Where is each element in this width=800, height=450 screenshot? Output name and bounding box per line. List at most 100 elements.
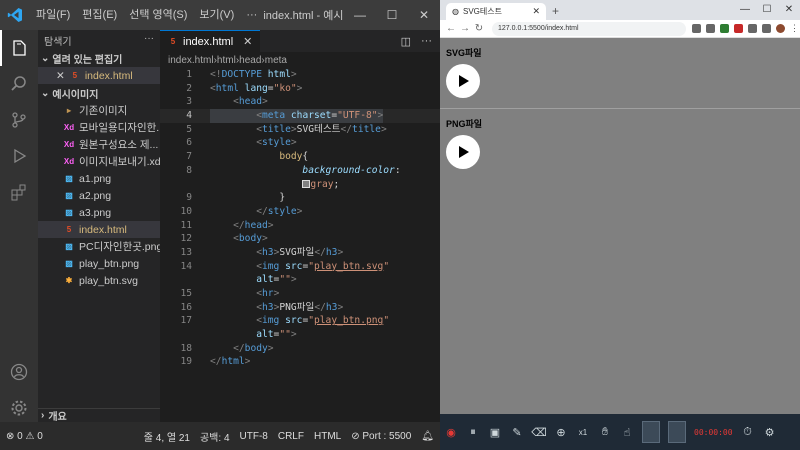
close-icon[interactable]: ✕ xyxy=(56,70,65,82)
file-item[interactable]: ▨ play_btn.png xyxy=(38,255,160,272)
window-thumbnail[interactable] xyxy=(642,421,660,443)
code-line[interactable]: gray; xyxy=(160,178,440,192)
code-line[interactable]: 5 <title>SVG테스트</title> xyxy=(160,123,440,137)
extensions-icon[interactable] xyxy=(0,174,38,210)
menu-dots-icon[interactable]: ⋮ xyxy=(790,24,799,33)
code-line[interactable]: 2 <html lang="ko"> xyxy=(160,82,440,96)
search-icon[interactable] xyxy=(0,66,38,102)
notifications-bell-icon[interactable]: 🔔︎ xyxy=(421,431,434,442)
browser-minimize-button[interactable]: — xyxy=(734,0,756,20)
extension-icon[interactable] xyxy=(734,24,743,33)
pointer-icon[interactable]: ☝︎ xyxy=(620,425,634,439)
file-item[interactable]: ✱ play_btn.svg xyxy=(38,272,160,289)
code-line[interactable]: 15 <hr> xyxy=(160,287,440,301)
close-tab-icon[interactable]: ✕ xyxy=(243,35,252,48)
explorer-more-actions-icon[interactable]: ··· xyxy=(144,33,154,49)
menu-item[interactable]: ··· xyxy=(240,0,263,30)
file-item[interactable]: ▨ a1.png xyxy=(38,170,160,187)
browser-close-button[interactable]: ✕ xyxy=(778,0,800,20)
code-line[interactable]: alt=""> xyxy=(160,273,440,287)
folder-item[interactable]: ▸ 기존이미지 xyxy=(38,102,160,119)
share-icon[interactable] xyxy=(692,24,701,33)
code-line[interactable]: 6 <style> xyxy=(160,136,440,150)
code-line[interactable]: 17 <img src="play_btn.png" xyxy=(160,314,440,328)
bookmark-star-icon[interactable] xyxy=(706,24,715,33)
reload-icon[interactable]: ↻ xyxy=(472,23,486,34)
breadcrumb-item[interactable]: index.html xyxy=(168,55,214,66)
indentation[interactable]: 공백: 4 xyxy=(200,429,230,444)
eraser-icon[interactable]: ⌫ xyxy=(531,425,547,439)
file-item[interactable]: Xd 이미지내보내기.xd xyxy=(38,153,160,170)
code-line[interactable]: alt=""> xyxy=(160,328,440,342)
manage-gear-icon[interactable] xyxy=(0,390,38,426)
breadcrumb-item[interactable]: head xyxy=(239,55,261,66)
minimize-button[interactable]: — xyxy=(344,0,376,30)
code-line[interactable]: 10 </style> xyxy=(160,205,440,219)
open-editor-item[interactable]: ✕ 5 index.html xyxy=(38,67,160,84)
file-item[interactable]: ▨ PC디자인한곳.png xyxy=(38,238,160,255)
file-item[interactable]: 5 index.html xyxy=(38,221,160,238)
browser-tab[interactable]: ◍ SVG테스트 ✕ xyxy=(446,3,546,20)
menu-item[interactable]: 보기(V) xyxy=(193,0,240,30)
address-bar[interactable]: 127.0.0.1:5500/index.html xyxy=(492,21,686,36)
split-editor-icon[interactable]: ◫ xyxy=(401,35,411,48)
live-server-port[interactable]: ⊘ Port : 5500 xyxy=(351,431,411,442)
pen-icon[interactable]: ✎ xyxy=(510,425,524,439)
source-control-icon[interactable] xyxy=(0,102,38,138)
menu-item[interactable]: 선택 영역(S) xyxy=(123,0,193,30)
code-line[interactable]: 3 <head> xyxy=(160,95,440,109)
encoding[interactable]: UTF-8 xyxy=(240,431,268,442)
screenshot-icon[interactable]: ▣ xyxy=(488,425,502,439)
back-icon[interactable]: ← xyxy=(444,23,458,34)
forward-icon[interactable]: → xyxy=(458,23,472,34)
file-item[interactable]: ▨ a3.png xyxy=(38,204,160,221)
code-line[interactable]: 11 </head> xyxy=(160,219,440,233)
timer-icon[interactable]: ⏱︎ xyxy=(741,425,755,439)
profile-avatar[interactable] xyxy=(776,24,785,33)
file-item[interactable]: Xd 모바일용디자인한... xyxy=(38,119,160,136)
file-item[interactable]: ▨ a2.png xyxy=(38,187,160,204)
close-window-button[interactable]: ✕ xyxy=(408,0,440,30)
code-line[interactable]: 13 <h3>SVG파일</h3> xyxy=(160,246,440,260)
code-line[interactable]: 16 <h3>PNG파일</h3> xyxy=(160,301,440,315)
new-tab-button[interactable]: + xyxy=(552,3,559,20)
code-line[interactable]: 7 body{ xyxy=(160,150,440,164)
code-line[interactable]: 9 } xyxy=(160,191,440,205)
explorer-icon[interactable] xyxy=(0,30,38,66)
breadcrumb-item[interactable]: meta xyxy=(265,55,287,66)
pause-icon[interactable]: ⏸︎ xyxy=(466,425,480,439)
menu-item[interactable]: 편집(E) xyxy=(76,0,123,30)
sidebar-icon[interactable] xyxy=(762,24,771,33)
extensions-puzzle-icon[interactable] xyxy=(748,24,757,33)
extension-icon[interactable] xyxy=(720,24,729,33)
window-thumbnail[interactable] xyxy=(668,421,686,443)
code-line[interactable]: 18 </body> xyxy=(160,342,440,356)
code-line[interactable]: 14 <img src="play_btn.svg" xyxy=(160,260,440,274)
file-item[interactable]: Xd 원본구성요소 제... xyxy=(38,136,160,153)
folder-section[interactable]: ⌄ 예시이미지 xyxy=(38,84,160,102)
eol[interactable]: CRLF xyxy=(278,431,304,442)
account-icon[interactable] xyxy=(0,354,38,390)
run-debug-icon[interactable] xyxy=(0,138,38,174)
code-line[interactable]: 1 <!DOCTYPE html> xyxy=(160,68,440,82)
cursor-position[interactable]: 줄 4, 열 21 xyxy=(144,429,190,444)
hand-icon[interactable]: ✋︎ xyxy=(598,425,612,439)
menu-item[interactable]: 파일(F) xyxy=(30,0,76,30)
code-line[interactable]: 12 <body> xyxy=(160,232,440,246)
code-line[interactable]: 4 <meta charset="UTF-8"> xyxy=(160,109,440,123)
zoom-icon[interactable]: ⊕ xyxy=(554,425,568,439)
record-icon[interactable]: ◉ xyxy=(444,425,458,439)
more-actions-icon[interactable]: ··· xyxy=(421,35,432,47)
breadcrumb-item[interactable]: html xyxy=(217,55,236,66)
problems-indicator[interactable]: ⊗ 0 ⚠ 0 xyxy=(6,431,43,442)
settings-gear-icon[interactable]: ⚙︎ xyxy=(763,425,777,439)
close-tab-icon[interactable]: ✕ xyxy=(532,6,540,17)
maximize-button[interactable]: ☐ xyxy=(376,0,408,30)
code-view[interactable]: 1 <!DOCTYPE html> 2 <html lang="ko"> 3 <head… xyxy=(160,68,440,369)
code-line[interactable]: 8 background-color: xyxy=(160,164,440,178)
outline-section[interactable]: › 개요 xyxy=(38,408,160,423)
code-line[interactable]: 19 </html> xyxy=(160,355,440,369)
editor-tab[interactable]: 5 index.html ✕ xyxy=(160,30,261,52)
browser-maximize-button[interactable]: ☐ xyxy=(756,0,778,20)
open-editors-section[interactable]: ⌄ 열려 있는 편집기 xyxy=(38,49,160,67)
